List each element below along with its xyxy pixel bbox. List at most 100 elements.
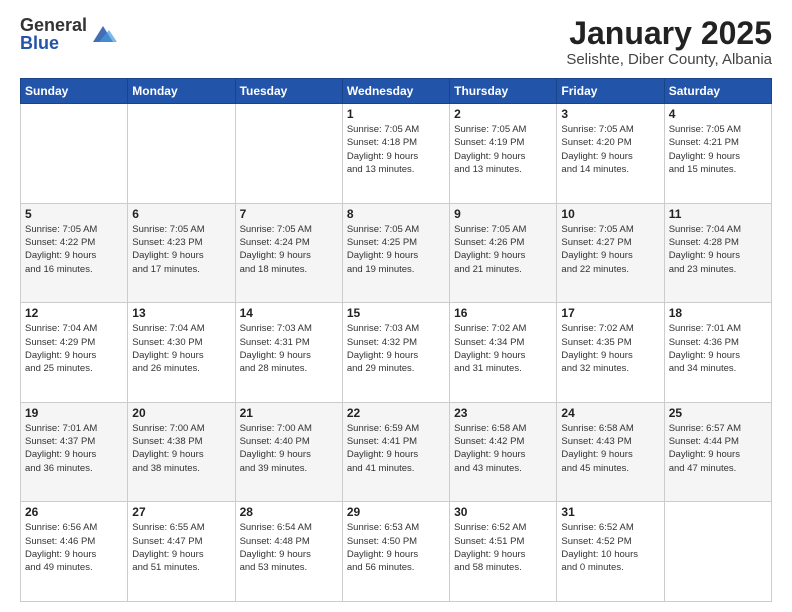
day-info: Sunrise: 7:01 AMSunset: 4:36 PMDaylight:… bbox=[669, 322, 767, 375]
day-number: 21 bbox=[240, 406, 338, 420]
day-number: 5 bbox=[25, 207, 123, 221]
day-cell-12: 12 Sunrise: 7:04 AMSunset: 4:29 PMDayligh… bbox=[21, 303, 128, 403]
day-info: Sunrise: 6:59 AMSunset: 4:41 PMDaylight:… bbox=[347, 422, 445, 475]
day-info: Sunrise: 7:01 AMSunset: 4:37 PMDaylight:… bbox=[25, 422, 123, 475]
day-number: 20 bbox=[132, 406, 230, 420]
weekday-header-monday: Monday bbox=[128, 79, 235, 104]
weekday-header-tuesday: Tuesday bbox=[235, 79, 342, 104]
day-cell-4: 4 Sunrise: 7:05 AMSunset: 4:21 PMDaylight… bbox=[664, 104, 771, 204]
day-number: 4 bbox=[669, 107, 767, 121]
day-cell-28: 28Sunrise: 6:54 AMSunset: 4:48 PMDayligh… bbox=[235, 502, 342, 602]
day-number: 8 bbox=[347, 207, 445, 221]
day-info: Sunrise: 6:56 AMSunset: 4:46 PMDaylight:… bbox=[25, 521, 123, 574]
page: General Blue January 2025 Selishte, Dibe… bbox=[0, 0, 792, 612]
day-info: Sunrise: 7:05 AMSunset: 4:24 PMDaylight:… bbox=[240, 223, 338, 276]
day-cell-10: 10Sunrise: 7:05 AMSunset: 4:27 PMDayligh… bbox=[557, 203, 664, 303]
day-info: Sunrise: 6:52 AMSunset: 4:52 PMDaylight:… bbox=[561, 521, 659, 574]
day-cell-19: 19 Sunrise: 7:01 AMSunset: 4:37 PMDayligh… bbox=[21, 402, 128, 502]
day-cell-1: 1Sunrise: 7:05 AMSunset: 4:18 PMDaylight… bbox=[342, 104, 449, 204]
day-cell-31: 31 Sunrise: 6:52 AMSunset: 4:52 PMDayligh… bbox=[557, 502, 664, 602]
day-number: 7 bbox=[240, 207, 338, 221]
weekday-header-sunday: Sunday bbox=[21, 79, 128, 104]
day-cell-6: 6 Sunrise: 7:05 AMSunset: 4:23 PMDaylight… bbox=[128, 203, 235, 303]
day-cell-26: 26 Sunrise: 6:56 AMSunset: 4:46 PMDayligh… bbox=[21, 502, 128, 602]
day-number: 31 bbox=[561, 505, 659, 519]
day-cell-17: 17 Sunrise: 7:02 AMSunset: 4:35 PMDayligh… bbox=[557, 303, 664, 403]
empty-cell bbox=[21, 104, 128, 204]
day-number: 26 bbox=[25, 505, 123, 519]
day-cell-30: 30Sunrise: 6:52 AMSunset: 4:51 PMDayligh… bbox=[450, 502, 557, 602]
week-row-3: 12 Sunrise: 7:04 AMSunset: 4:29 PMDayligh… bbox=[21, 303, 772, 403]
day-number: 23 bbox=[454, 406, 552, 420]
day-cell-24: 24Sunrise: 6:58 AMSunset: 4:43 PMDayligh… bbox=[557, 402, 664, 502]
day-number: 3 bbox=[561, 107, 659, 121]
day-info: Sunrise: 7:05 AMSunset: 4:26 PMDaylight:… bbox=[454, 223, 552, 276]
day-cell-9: 9 Sunrise: 7:05 AMSunset: 4:26 PMDaylight… bbox=[450, 203, 557, 303]
day-cell-29: 29Sunrise: 6:53 AMSunset: 4:50 PMDayligh… bbox=[342, 502, 449, 602]
logo-general: General bbox=[20, 16, 87, 34]
week-row-5: 26 Sunrise: 6:56 AMSunset: 4:46 PMDayligh… bbox=[21, 502, 772, 602]
day-info: Sunrise: 7:05 AMSunset: 4:19 PMDaylight:… bbox=[454, 123, 552, 176]
day-cell-3: 3 Sunrise: 7:05 AMSunset: 4:20 PMDaylight… bbox=[557, 104, 664, 204]
day-cell-23: 23 Sunrise: 6:58 AMSunset: 4:42 PMDayligh… bbox=[450, 402, 557, 502]
day-number: 27 bbox=[132, 505, 230, 519]
week-row-1: 1Sunrise: 7:05 AMSunset: 4:18 PMDaylight… bbox=[21, 104, 772, 204]
day-cell-27: 27 Sunrise: 6:55 AMSunset: 4:47 PMDayligh… bbox=[128, 502, 235, 602]
day-info: Sunrise: 6:57 AMSunset: 4:44 PMDaylight:… bbox=[669, 422, 767, 475]
day-number: 6 bbox=[132, 207, 230, 221]
day-number: 14 bbox=[240, 306, 338, 320]
day-number: 13 bbox=[132, 306, 230, 320]
logo-blue: Blue bbox=[20, 34, 87, 52]
day-info: Sunrise: 7:02 AMSunset: 4:35 PMDaylight:… bbox=[561, 322, 659, 375]
day-cell-20: 20Sunrise: 7:00 AMSunset: 4:38 PMDayligh… bbox=[128, 402, 235, 502]
day-number: 18 bbox=[669, 306, 767, 320]
day-cell-7: 7 Sunrise: 7:05 AMSunset: 4:24 PMDaylight… bbox=[235, 203, 342, 303]
week-row-4: 19 Sunrise: 7:01 AMSunset: 4:37 PMDayligh… bbox=[21, 402, 772, 502]
day-number: 22 bbox=[347, 406, 445, 420]
day-info: Sunrise: 6:54 AMSunset: 4:48 PMDaylight:… bbox=[240, 521, 338, 574]
day-cell-5: 5 Sunrise: 7:05 AMSunset: 4:22 PMDaylight… bbox=[21, 203, 128, 303]
day-info: Sunrise: 7:02 AMSunset: 4:34 PMDaylight:… bbox=[454, 322, 552, 375]
day-number: 12 bbox=[25, 306, 123, 320]
day-number: 16 bbox=[454, 306, 552, 320]
day-cell-22: 22 Sunrise: 6:59 AMSunset: 4:41 PMDayligh… bbox=[342, 402, 449, 502]
day-number: 1 bbox=[347, 107, 445, 121]
day-info: Sunrise: 7:03 AMSunset: 4:31 PMDaylight:… bbox=[240, 322, 338, 375]
day-cell-13: 13Sunrise: 7:04 AMSunset: 4:30 PMDayligh… bbox=[128, 303, 235, 403]
day-info: Sunrise: 6:58 AMSunset: 4:43 PMDaylight:… bbox=[561, 422, 659, 475]
day-info: Sunrise: 7:05 AMSunset: 4:22 PMDaylight:… bbox=[25, 223, 123, 276]
day-cell-11: 11Sunrise: 7:04 AMSunset: 4:28 PMDayligh… bbox=[664, 203, 771, 303]
day-info: Sunrise: 7:05 AMSunset: 4:23 PMDaylight:… bbox=[132, 223, 230, 276]
day-info: Sunrise: 7:03 AMSunset: 4:32 PMDaylight:… bbox=[347, 322, 445, 375]
day-info: Sunrise: 7:05 AMSunset: 4:25 PMDaylight:… bbox=[347, 223, 445, 276]
day-info: Sunrise: 7:05 AMSunset: 4:27 PMDaylight:… bbox=[561, 223, 659, 276]
calendar-title: January 2025 bbox=[566, 16, 772, 51]
day-number: 29 bbox=[347, 505, 445, 519]
day-cell-14: 14 Sunrise: 7:03 AMSunset: 4:31 PMDayligh… bbox=[235, 303, 342, 403]
day-info: Sunrise: 7:05 AMSunset: 4:20 PMDaylight:… bbox=[561, 123, 659, 176]
calendar-table: SundayMondayTuesdayWednesdayThursdayFrid… bbox=[20, 78, 772, 602]
weekday-header-thursday: Thursday bbox=[450, 79, 557, 104]
day-info: Sunrise: 7:05 AMSunset: 4:21 PMDaylight:… bbox=[669, 123, 767, 176]
weekday-header-row: SundayMondayTuesdayWednesdayThursdayFrid… bbox=[21, 79, 772, 104]
day-info: Sunrise: 7:04 AMSunset: 4:29 PMDaylight:… bbox=[25, 322, 123, 375]
day-cell-8: 8 Sunrise: 7:05 AMSunset: 4:25 PMDaylight… bbox=[342, 203, 449, 303]
empty-cell bbox=[128, 104, 235, 204]
day-cell-25: 25Sunrise: 6:57 AMSunset: 4:44 PMDayligh… bbox=[664, 402, 771, 502]
day-number: 15 bbox=[347, 306, 445, 320]
day-number: 19 bbox=[25, 406, 123, 420]
day-number: 30 bbox=[454, 505, 552, 519]
weekday-header-wednesday: Wednesday bbox=[342, 79, 449, 104]
day-cell-18: 18 Sunrise: 7:01 AMSunset: 4:36 PMDayligh… bbox=[664, 303, 771, 403]
day-number: 11 bbox=[669, 207, 767, 221]
day-number: 9 bbox=[454, 207, 552, 221]
empty-cell bbox=[235, 104, 342, 204]
logo-icon bbox=[89, 20, 117, 48]
logo: General Blue bbox=[20, 16, 117, 52]
day-cell-2: 2Sunrise: 7:05 AMSunset: 4:19 PMDaylight… bbox=[450, 104, 557, 204]
day-number: 17 bbox=[561, 306, 659, 320]
weekday-header-saturday: Saturday bbox=[664, 79, 771, 104]
day-info: Sunrise: 6:58 AMSunset: 4:42 PMDaylight:… bbox=[454, 422, 552, 475]
day-info: Sunrise: 6:55 AMSunset: 4:47 PMDaylight:… bbox=[132, 521, 230, 574]
week-row-2: 5 Sunrise: 7:05 AMSunset: 4:22 PMDaylight… bbox=[21, 203, 772, 303]
